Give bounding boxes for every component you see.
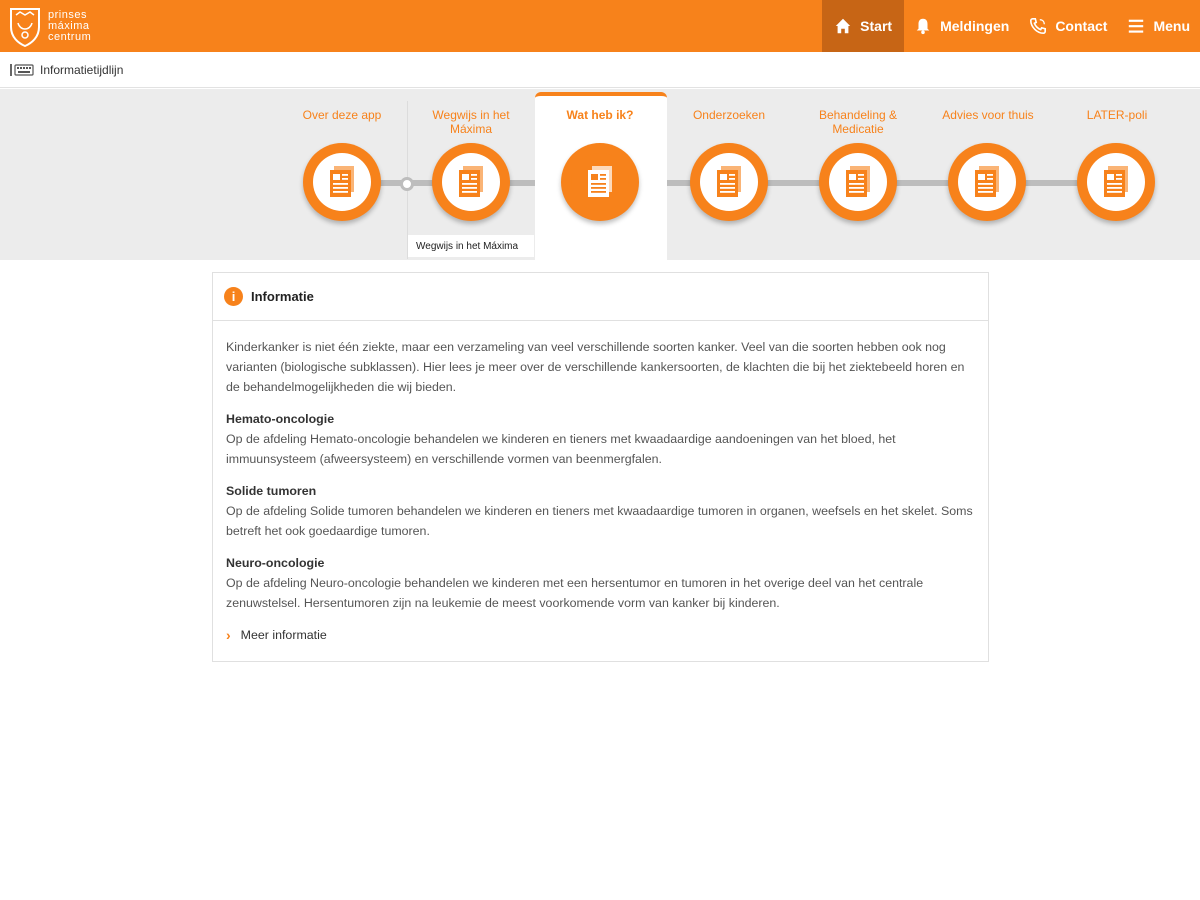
logo-text: prinses máxima centrum (48, 8, 92, 43)
nav-start-label: Start (860, 18, 893, 34)
panel-body: Kinderkanker is niet één ziekte, maar ee… (213, 321, 988, 645)
step-wat-heb-ik[interactable] (561, 143, 639, 221)
section-title: Neuro-oncologie (226, 556, 325, 570)
logo-line: prinses (48, 8, 87, 21)
document-icon (330, 166, 354, 197)
section-text: Op de afdeling Neuro-oncologie behandele… (226, 576, 924, 610)
chevron-right-icon: › (226, 627, 231, 643)
nav-meldingen[interactable]: Meldingen (904, 0, 1019, 52)
nav-contact[interactable]: Contact (1019, 0, 1117, 52)
step-tooltip: Wegwijs in het Máxima (408, 235, 534, 257)
nav-menu[interactable]: Menu (1117, 0, 1200, 52)
main-nav: Start Meldingen Contact Menu (822, 0, 1200, 52)
logo-line: máxima (48, 19, 90, 32)
phone-icon (1030, 17, 1047, 35)
hamburger-icon (1129, 19, 1144, 33)
breadcrumb-label[interactable]: Informatietijdlijn (40, 63, 123, 77)
more-info-link[interactable]: › Meer informatie (226, 625, 975, 645)
nav-start[interactable]: Start (822, 0, 905, 52)
document-icon (975, 166, 999, 197)
step-behandeling[interactable] (819, 143, 897, 221)
keyboard-icon (10, 63, 34, 76)
step-later-poli[interactable] (1077, 143, 1155, 221)
step-label-later-poli[interactable]: LATER-poli (1057, 108, 1177, 122)
info-icon: i (224, 287, 243, 306)
step-over-deze-app[interactable] (303, 143, 381, 221)
step-inner (442, 153, 500, 211)
document-icon (846, 166, 870, 197)
section-hemato: Hemato-oncologie Op de afdeling Hemato-o… (226, 409, 975, 469)
step-label-wat-heb-ik[interactable]: Wat heb ik? (540, 108, 660, 122)
step-advies[interactable] (948, 143, 1026, 221)
nav-meldingen-label: Meldingen (940, 18, 1010, 34)
shield-logo-icon (10, 8, 40, 47)
section-text: Op de afdeling Solide tumoren behandelen… (226, 504, 973, 538)
document-icon (459, 166, 483, 197)
step-inner (571, 153, 629, 211)
step-onderzoeken[interactable] (690, 143, 768, 221)
step-wegwijs[interactable] (432, 143, 510, 221)
step-inner (958, 153, 1016, 211)
logo[interactable]: prinses máxima centrum (8, 4, 108, 48)
step-inner (1087, 153, 1145, 211)
top-bar: prinses máxima centrum Start Meldingen C… (0, 0, 1200, 52)
breadcrumb: Informatietijdlijn (0, 52, 1200, 88)
panel-title: Informatie (251, 289, 314, 304)
step-label-advies[interactable]: Advies voor thuis (928, 108, 1048, 122)
section-title: Hemato-oncologie (226, 412, 335, 426)
panel-header: i Informatie (213, 273, 988, 321)
step-label-over-deze-app[interactable]: Over deze app (282, 108, 402, 122)
step-label-wegwijs[interactable]: Wegwijs in het Máxima (411, 108, 531, 136)
info-panel: i Informatie Kinderkanker is niet één zi… (212, 272, 989, 662)
home-icon (835, 18, 851, 34)
nav-contact-label: Contact (1055, 18, 1108, 34)
section-text: Op de afdeling Hemato-oncologie behandel… (226, 432, 896, 466)
bell-icon (916, 18, 930, 35)
more-info-label: Meer informatie (240, 628, 327, 642)
step-inner (313, 153, 371, 211)
logo-line: centrum (48, 30, 92, 43)
section-neuro: Neuro-oncologie Op de afdeling Neuro-onc… (226, 553, 975, 613)
document-icon (588, 166, 612, 197)
step-label-behandeling[interactable]: Behandeling & Medicatie (798, 108, 918, 136)
timeline-dot (400, 177, 414, 191)
intro-text: Kinderkanker is niet één ziekte, maar ee… (226, 340, 965, 394)
section-title: Solide tumoren (226, 484, 317, 498)
step-inner (829, 153, 887, 211)
document-icon (1104, 166, 1128, 197)
section-solide: Solide tumoren Op de afdeling Solide tum… (226, 481, 975, 541)
nav-menu-label: Menu (1153, 18, 1190, 34)
document-icon (717, 166, 741, 197)
step-inner (700, 153, 758, 211)
step-label-onderzoeken[interactable]: Onderzoeken (669, 108, 789, 122)
